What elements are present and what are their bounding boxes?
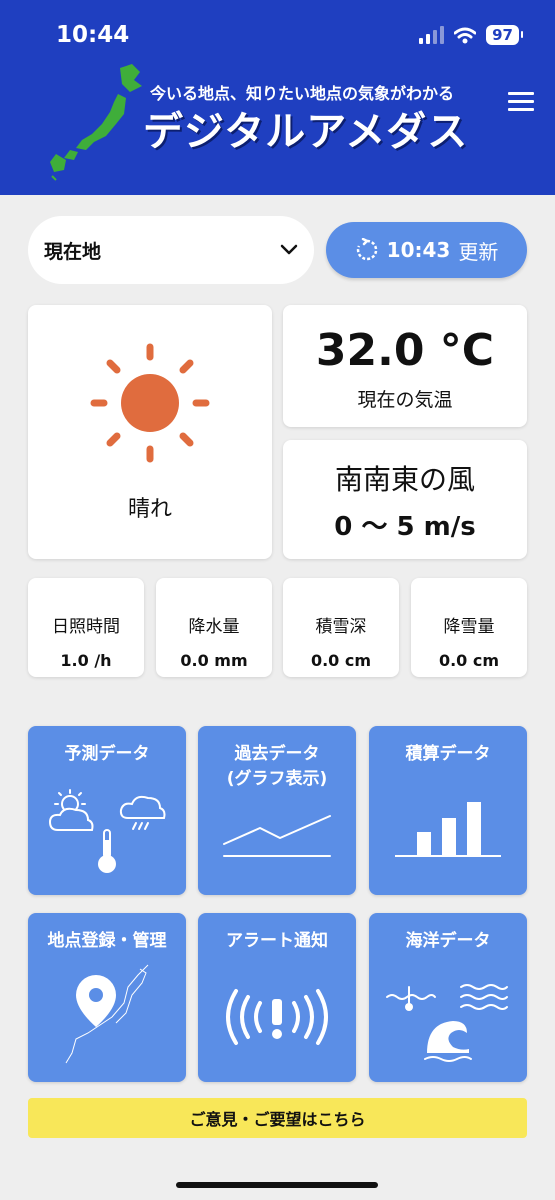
tile-cumulative-data[interactable]: 積算データ <box>369 726 527 895</box>
tile-past-data[interactable]: 過去データ (グラフ表示) <box>198 726 356 895</box>
refresh-icon <box>356 238 377 261</box>
hamburger-menu-icon[interactable] <box>508 92 534 112</box>
temperature-card: 32.0 °C 現在の気温 <box>283 305 527 427</box>
tile-ocean-data[interactable]: 海洋データ <box>369 913 527 1082</box>
weather-condition: 晴れ <box>127 497 172 522</box>
location-select-value: 現在地 <box>44 240 102 263</box>
temperature-label: 現在の気温 <box>357 389 453 411</box>
chevron-down-icon <box>280 244 298 255</box>
stat-card-sunshine: 日照時間 1.0 /h <box>28 578 144 677</box>
battery-indicator: 97 <box>486 25 523 45</box>
tile-forecast-data[interactable]: 予測データ <box>28 726 186 895</box>
map-pin-icon <box>65 964 149 1064</box>
wind-direction: 南南東の風 <box>334 463 475 496</box>
refresh-time: 10:43 <box>386 238 451 262</box>
home-indicator[interactable] <box>176 1182 378 1188</box>
status-time: 10:44 <box>56 22 130 48</box>
tile-alert-notification[interactable]: アラート通知 <box>198 913 356 1082</box>
bar-graph-icon <box>395 802 501 857</box>
stat-card-snow-depth: 積雪深 0.0 cm <box>283 578 399 677</box>
stat-label: 降雪量 <box>443 617 495 637</box>
tile-location-management[interactable]: 地点登録・管理 <box>28 913 186 1082</box>
forecast-icon <box>48 789 166 873</box>
stat-label: 日照時間 <box>52 617 120 637</box>
stat-label: 積雪深 <box>315 617 367 637</box>
weather-card: 晴れ <box>28 305 272 559</box>
alert-icon <box>226 989 328 1045</box>
wind-card: 南南東の風 0 ～ 5 m/s <box>283 440 527 559</box>
temperature-value: 32.0 °C <box>315 325 495 376</box>
app-title: デジタルアメダス <box>143 109 469 155</box>
app-header: 10:44 97 今いる地点、知りたい地点の気象がわかる デジタルアメダス <box>0 0 555 195</box>
stat-value: 0.0 cm <box>310 651 372 670</box>
stat-card-precipitation: 降水量 0.0 mm <box>156 578 272 677</box>
feedback-label: ご意見・ご要望はこちら <box>189 1110 366 1129</box>
stat-label: 降水量 <box>188 617 240 637</box>
feedback-button[interactable]: ご意見・ご要望はこちら <box>28 1098 527 1138</box>
stat-value: 1.0 /h <box>60 651 112 670</box>
ocean-icon <box>386 984 508 1062</box>
location-select[interactable]: 現在地 <box>28 216 314 284</box>
stat-value: 0.0 cm <box>438 651 500 670</box>
status-icons: 97 <box>419 25 523 45</box>
refresh-button[interactable]: 10:43 更新 <box>326 222 527 278</box>
japan-map-icon <box>50 64 142 181</box>
line-graph-icon <box>223 815 331 857</box>
wind-speed: 0 ～ 5 m/s <box>334 512 476 542</box>
signal-icon <box>419 26 445 44</box>
refresh-label: 更新 <box>458 239 499 264</box>
wifi-icon <box>454 27 477 43</box>
stat-card-snowfall: 降雪量 0.0 cm <box>411 578 527 677</box>
stat-value: 0.0 mm <box>180 651 248 670</box>
